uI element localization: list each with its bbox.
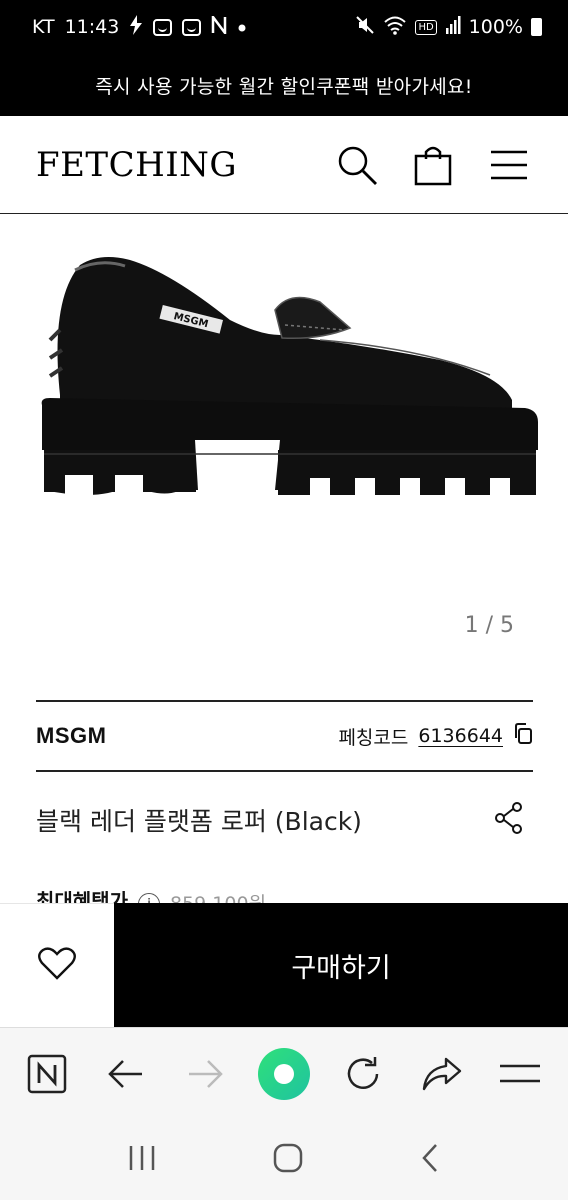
bag-icon[interactable] (410, 142, 456, 188)
signal-icon (445, 15, 461, 39)
title-row: 블랙 레더 플랫폼 로퍼 (Black) (36, 790, 533, 850)
price-value: 859,100원 (170, 889, 266, 903)
lightning-icon (129, 14, 143, 40)
n-icon (211, 12, 227, 39)
back-icon[interactable] (420, 1143, 440, 1177)
naver-n-icon[interactable] (19, 1046, 75, 1102)
battery-percent: 100% (468, 16, 523, 38)
brand-row: MSGM 페칭코드 6136644 (36, 702, 533, 770)
share-arrow-icon[interactable] (414, 1046, 470, 1102)
price-row: 최대혜택가 i 859,100원 (36, 885, 266, 903)
clock: 11:43 (64, 16, 120, 38)
image-pager: 1 / 5 (464, 613, 514, 638)
header-icons (334, 142, 532, 188)
product-image[interactable]: MSGM (20, 240, 550, 520)
status-left: KT 11:43 (32, 12, 247, 40)
promo-banner[interactable]: 즉시 사용 가능한 월간 할인쿠폰팩 받아가세요! (0, 54, 568, 116)
code-value[interactable]: 6136644 (418, 725, 503, 747)
browser-toolbar (0, 1027, 568, 1119)
promo-text: 즉시 사용 가능한 월간 할인쿠폰팩 받아가세요! (95, 75, 473, 98)
wifi-icon (383, 15, 407, 40)
fetching-code: 페칭코드 6136644 (338, 722, 533, 750)
app-box-icon (153, 18, 173, 36)
recents-icon[interactable] (128, 1145, 156, 1175)
system-nav-bar (0, 1119, 568, 1200)
hd-icon: HD (415, 19, 437, 35)
forward-arrow-icon[interactable] (177, 1046, 233, 1102)
info-icon[interactable]: i (138, 893, 160, 903)
code-label: 페칭코드 (338, 726, 409, 749)
divider-bottom (36, 770, 533, 772)
brand-name[interactable]: MSGM (36, 723, 106, 749)
site-logo[interactable]: FETCHING (36, 145, 237, 185)
battery-icon (531, 18, 542, 36)
wishlist-button[interactable] (0, 903, 114, 1027)
mute-icon (355, 15, 375, 40)
search-icon[interactable] (334, 142, 380, 188)
site-header: FETCHING (0, 116, 568, 214)
heart-icon (38, 946, 76, 985)
buy-bar: 구매하기 (0, 903, 568, 1027)
buy-button[interactable]: 구매하기 (114, 903, 568, 1027)
share-icon[interactable] (495, 802, 523, 838)
back-arrow-icon[interactable] (98, 1046, 154, 1102)
home-icon[interactable] (273, 1143, 303, 1177)
dot-icon (237, 16, 247, 38)
copy-icon[interactable] (513, 722, 533, 750)
home-circle-icon[interactable] (256, 1046, 312, 1102)
status-bar: KT 11:43 HD 100% (0, 0, 568, 54)
menu-icon[interactable] (486, 142, 532, 188)
status-right: HD 100% (355, 15, 542, 40)
price-label: 최대혜택가 (36, 889, 128, 903)
reload-icon[interactable] (335, 1046, 391, 1102)
product-title: 블랙 레더 플랫폼 로퍼 (Black) (36, 807, 362, 836)
hamburger-icon[interactable] (492, 1046, 548, 1102)
app-box-icon (182, 18, 202, 36)
carrier-label: KT (32, 16, 55, 38)
